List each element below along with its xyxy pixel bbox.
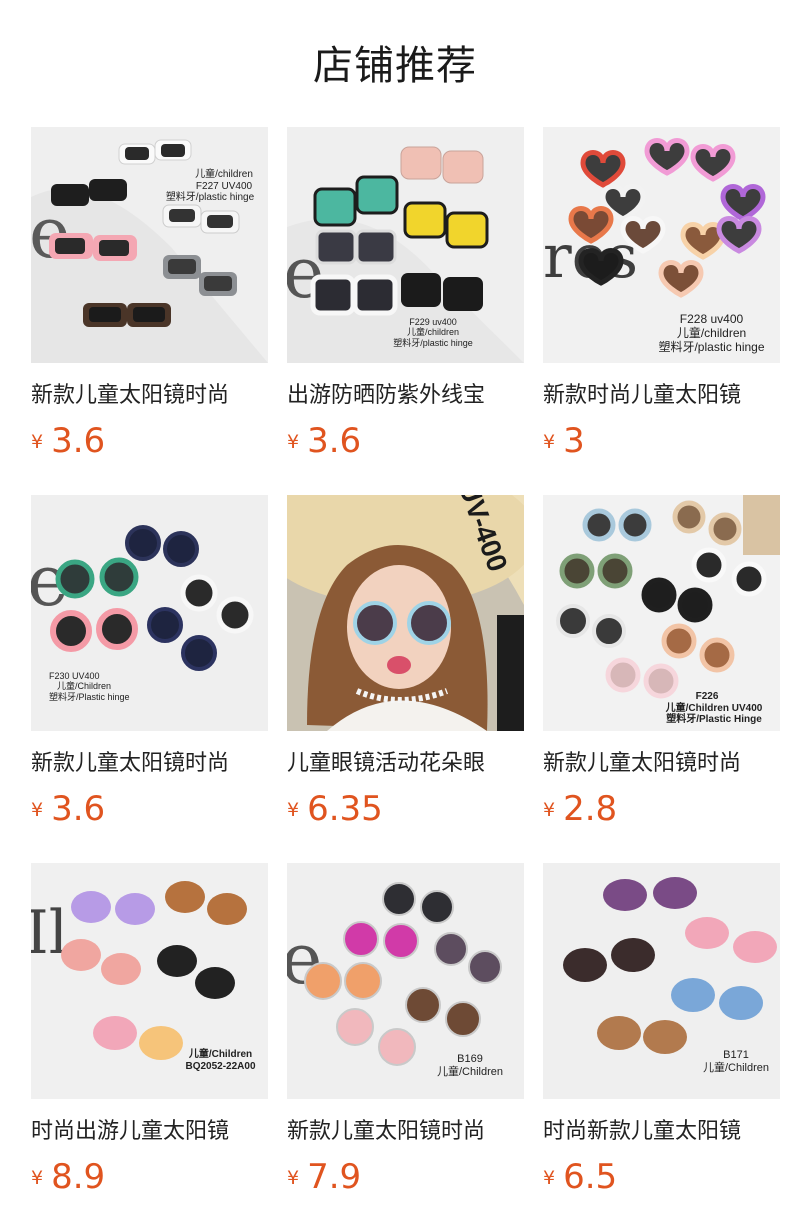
currency-symbol: ¥ — [31, 431, 44, 453]
section-title: 店铺推荐 — [313, 43, 477, 89]
caption-line: 塑料牙/Plastic Hinge — [666, 714, 762, 725]
image-caption: B171 儿童/Children — [693, 1049, 779, 1074]
product-image[interactable]: e F229 uv400 儿童/children 塑料牙/plastic hin… — [287, 127, 524, 363]
product-image[interactable]: e F230 UV400 儿童/Children 塑料牙/Plastic hin… — [31, 495, 268, 731]
product-image[interactable]: res F228 uv400 儿童/chil — [543, 127, 780, 363]
product-name[interactable]: 新款儿童太阳镜时尚 — [287, 1117, 524, 1147]
price-row: ¥3.6 — [287, 421, 524, 461]
currency-symbol: ¥ — [287, 799, 300, 821]
caption-line: B171 — [723, 1049, 749, 1061]
caption-line: F230 UV400 — [49, 671, 100, 681]
caption-line: 塑料牙/plastic hinge — [165, 192, 255, 203]
caption-line: 儿童/children — [406, 327, 460, 338]
caption-line: 塑料牙/Plastic hinge — [49, 691, 130, 702]
caption-line: F228 uv400 — [679, 312, 744, 326]
product-name[interactable]: 新款儿童太阳镜时尚 — [31, 381, 268, 411]
caption-line: F229 uv400 — [409, 317, 457, 327]
currency-symbol: ¥ — [543, 431, 556, 453]
caption-line: 儿童/children — [676, 325, 747, 340]
product-card[interactable]: B171 儿童/Children 时尚新款儿童太阳镜 ¥6.5 — [543, 863, 780, 1197]
product-price: 3.6 — [51, 789, 106, 829]
product-name[interactable]: 时尚新款儿童太阳镜 — [543, 1117, 780, 1147]
currency-symbol: ¥ — [287, 431, 300, 453]
caption-line: B169 — [457, 1053, 483, 1065]
price-row: ¥8.9 — [31, 1157, 268, 1197]
product-card[interactable]: e B169 儿童/Children 新款儿童太阳镜时尚 ¥7.9 — [287, 863, 524, 1197]
product-card[interactable]: e 儿童/children F227 UV400 塑料牙/plastic hin… — [31, 127, 268, 461]
image-caption: F226 儿童/Children UV400 塑料牙/Plastic Hinge — [651, 691, 777, 726]
product-price: 8.9 — [51, 1157, 106, 1197]
product-card[interactable]: e F229 uv400 儿童/children 塑料牙/plastic hin… — [287, 127, 524, 461]
caption-line: 儿童/Children — [57, 681, 112, 692]
product-image[interactable]: UV-400 — [287, 495, 524, 731]
product-name[interactable]: 新款时尚儿童太阳镜 — [543, 381, 780, 411]
product-image[interactable]: F226 儿童/Children UV400 塑料牙/Plastic Hinge — [543, 495, 780, 731]
currency-symbol: ¥ — [31, 1167, 44, 1189]
product-price: 7.9 — [307, 1157, 362, 1197]
product-price: 6.35 — [307, 789, 383, 829]
product-price: 6.5 — [563, 1157, 618, 1197]
product-name[interactable]: 时尚出游儿童太阳镜 — [31, 1117, 268, 1147]
product-price: 3.6 — [51, 421, 106, 461]
caption-line: 儿童/Children UV400 — [665, 702, 763, 714]
caption-line: 儿童/children — [195, 169, 253, 180]
product-image[interactable]: e B169 儿童/Children — [287, 863, 524, 1099]
price-row: ¥7.9 — [287, 1157, 524, 1197]
product-card[interactable]: e F230 UV400 儿童/Children 塑料牙/Plastic hin… — [31, 495, 268, 829]
price-row: ¥3 — [543, 421, 780, 461]
product-price: 2.8 — [563, 789, 618, 829]
caption-line: 塑料牙/plastic hinge — [393, 337, 473, 348]
image-caption: F230 UV400 儿童/Children 塑料牙/Plastic hinge — [49, 671, 149, 702]
currency-symbol: ¥ — [543, 799, 556, 821]
price-row: ¥3.6 — [31, 421, 268, 461]
caption-line: 儿童/Children — [702, 1061, 770, 1074]
sunglasses-photo: e — [31, 127, 268, 363]
product-price: 3.6 — [307, 421, 362, 461]
product-card[interactable]: F226 儿童/Children UV400 塑料牙/Plastic Hinge… — [543, 495, 780, 829]
product-image[interactable]: e 儿童/children F227 UV400 塑料牙/plastic hin… — [31, 127, 268, 363]
product-price: 3 — [563, 421, 585, 461]
price-row: ¥6.35 — [287, 789, 524, 829]
caption-line: F227 UV400 — [195, 180, 253, 192]
caption-line: F226 — [695, 691, 719, 702]
price-row: ¥3.6 — [31, 789, 268, 829]
product-image[interactable]: B171 儿童/Children — [543, 863, 780, 1099]
image-caption: 儿童/Children BQ2052-22A00 — [173, 1049, 268, 1072]
image-caption: B169 儿童/Children — [427, 1053, 513, 1078]
product-card[interactable]: Il 儿童/Children BQ2052-22A00 时尚出游儿童太阳镜 ¥8… — [31, 863, 268, 1197]
currency-symbol: ¥ — [543, 1167, 556, 1189]
image-caption: F229 uv400 儿童/children 塑料牙/plastic hinge — [383, 317, 483, 348]
product-name[interactable]: 新款儿童太阳镜时尚 — [31, 749, 268, 779]
store-recommendations-page: 店铺推荐 e 儿童/children F227 UV400 塑料牙/plasti… — [0, 0, 790, 1232]
price-row: ¥2.8 — [543, 789, 780, 829]
image-caption: F228 uv400 儿童/children 塑料牙/plastic hinge — [643, 312, 780, 354]
price-row: ¥6.5 — [543, 1157, 780, 1197]
currency-symbol: ¥ — [287, 1167, 300, 1189]
product-image[interactable]: Il 儿童/Children BQ2052-22A00 — [31, 863, 268, 1099]
caption-line: 塑料牙/plastic hinge — [658, 339, 765, 354]
currency-symbol: ¥ — [31, 799, 44, 821]
product-card[interactable]: UV-400 儿童眼镜活动花朵眼 ¥6.35 — [287, 495, 524, 829]
product-card[interactable]: res F228 uv400 儿童/chil — [543, 127, 780, 461]
product-name[interactable]: 儿童眼镜活动花朵眼 — [287, 749, 524, 779]
product-name[interactable]: 新款儿童太阳镜时尚 — [543, 749, 780, 779]
product-name[interactable]: 出游防晒防紫外线宝 — [287, 381, 524, 411]
image-caption: 儿童/children F227 UV400 塑料牙/plastic hinge — [166, 169, 267, 204]
caption-line: 儿童/Children — [188, 1049, 253, 1060]
caption-line: 儿童/Children — [436, 1065, 504, 1078]
caption-line: BQ2052-22A00 — [185, 1060, 256, 1072]
